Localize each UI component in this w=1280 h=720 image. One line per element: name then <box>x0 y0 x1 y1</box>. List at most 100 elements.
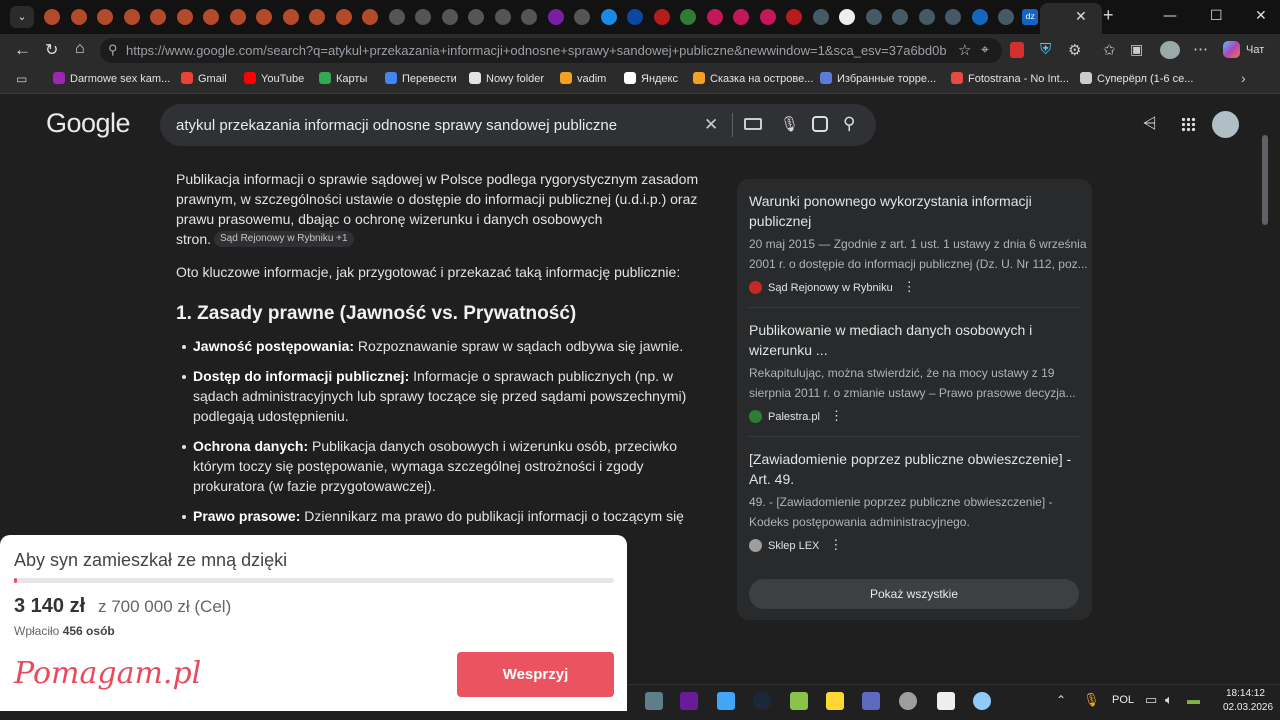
lens-icon[interactable] <box>812 116 828 132</box>
favorite-star-icon[interactable]: ☆ <box>958 41 971 59</box>
collections-icon[interactable]: ▣ <box>1130 41 1143 58</box>
bookmark-label[interactable]: Darmowe sex kam... <box>70 73 170 85</box>
window-close-icon[interactable]: ✕ <box>1255 8 1267 24</box>
pomagam-logo[interactable]: Pomagam.pl <box>14 656 201 691</box>
taskbar-app-icon[interactable] <box>826 692 844 710</box>
page-scrollbar[interactable] <box>1262 135 1268 225</box>
site-info-icon[interactable]: ⚲ <box>108 42 118 58</box>
more-options-icon[interactable]: ⋮ <box>903 279 916 294</box>
taskbar-app-icon[interactable] <box>680 692 698 710</box>
show-all-button[interactable]: Pokaż wszystkie <box>749 579 1079 609</box>
source-site-name[interactable]: Sklep LEX <box>768 540 819 552</box>
bookmark-label[interactable]: Суперёрл (1-6 се... <box>1097 73 1193 85</box>
apps-grid-icon[interactable] <box>1181 117 1196 132</box>
tab-favicon[interactable] <box>733 9 749 25</box>
tab-favicon[interactable] <box>627 9 643 25</box>
favorites-icon[interactable]: ✩ <box>1103 41 1116 59</box>
source-title[interactable]: publicznej <box>749 211 1074 231</box>
tab-favicon[interactable] <box>812 9 829 25</box>
tab-favicon[interactable] <box>123 9 140 25</box>
tab-active[interactable] <box>1040 3 1102 34</box>
steam-icon[interactable] <box>753 692 771 710</box>
tab-favicon[interactable] <box>680 9 696 25</box>
source-site[interactable]: Palestra.pl ⋮ <box>749 408 843 424</box>
bookmark-item[interactable]: YouTube <box>244 72 304 85</box>
tab-favicon[interactable] <box>786 9 802 25</box>
battery-icon[interactable]: ▬ <box>1187 692 1200 707</box>
source-title[interactable]: Warunki ponownego wykorzystania informac… <box>749 191 1074 211</box>
clear-search-icon[interactable]: ✕ <box>704 115 718 135</box>
tab-close-icon[interactable]: ✕ <box>1075 8 1087 25</box>
source-chip[interactable]: Sąd Rejonowy w Rybniku +1 <box>214 231 354 247</box>
teams-icon[interactable] <box>862 692 880 710</box>
taskbar-app-icon[interactable] <box>790 692 808 710</box>
taskbar-app-icon[interactable] <box>645 692 663 710</box>
tab-favicon[interactable] <box>998 9 1014 25</box>
source-site-name[interactable]: Palestra.pl <box>768 411 820 423</box>
minimize-icon[interactable]: — <box>1163 8 1177 24</box>
copilot-icon[interactable] <box>1223 41 1240 58</box>
bookmark-item[interactable]: Сказка на острове... <box>693 72 813 85</box>
tab-favicon[interactable] <box>415 9 431 25</box>
tab-favicon-dz[interactable]: dz <box>1022 9 1038 25</box>
extension-shield-icon[interactable]: ⛨ <box>1040 41 1051 58</box>
tab-favicon[interactable] <box>229 9 246 25</box>
tab-favicon[interactable] <box>892 9 908 25</box>
tab-favicon[interactable] <box>282 9 299 25</box>
source-title[interactable]: wizerunku ... <box>749 340 1074 360</box>
tab-favicon[interactable] <box>150 9 166 25</box>
share-icon[interactable]: ⩤ <box>1143 114 1157 134</box>
language-indicator[interactable]: POL <box>1112 694 1134 706</box>
bookmark-item[interactable]: Избранные торре... <box>820 72 936 85</box>
bookmark-label[interactable]: Fotostrana - No Int... <box>968 73 1069 85</box>
keyboard-icon[interactable] <box>744 118 762 130</box>
bookmark-label[interactable]: YouTube <box>261 73 304 85</box>
tab-favicon[interactable] <box>574 9 590 25</box>
tab-favicon[interactable] <box>521 9 537 25</box>
tab-favicon[interactable] <box>388 9 405 25</box>
google-logo[interactable]: Google <box>46 108 131 139</box>
more-menu-icon[interactable]: ⋯ <box>1193 40 1208 58</box>
taskbar-app-icon[interactable] <box>973 692 991 710</box>
bookmark-item[interactable]: Darmowe sex kam... <box>53 72 170 85</box>
tab-favicon[interactable] <box>945 9 961 25</box>
network-icon[interactable]: ▭ <box>1145 692 1157 708</box>
bookmark-item[interactable]: Суперёрл (1-6 се... <box>1080 72 1193 85</box>
source-title[interactable]: [Zawiadomienie poprzez publiczne obwiesz… <box>749 449 1074 469</box>
source-title[interactable]: Art. 49. <box>749 469 1074 489</box>
clock-date[interactable]: 02.03.2026 <box>1223 702 1273 713</box>
more-options-icon[interactable]: ⋮ <box>830 408 843 423</box>
source-site-name[interactable]: Sąd Rejonowy w Rybniku <box>768 282 893 294</box>
file-icon[interactable] <box>937 692 955 710</box>
bookmark-item[interactable]: vadim <box>560 72 606 85</box>
ad-title[interactable]: Aby syn zamieszkał ze mną dzięki <box>14 550 287 571</box>
tab-favicon[interactable] <box>494 9 511 25</box>
taskbar-app-icon[interactable] <box>717 692 735 710</box>
bookmark-item[interactable]: Nowy folder <box>469 72 544 85</box>
tab-favicon[interactable] <box>203 9 219 25</box>
extensions-icon[interactable]: ⚙ <box>1068 41 1081 59</box>
url-text[interactable]: https://www.google.com/search?q=atykul+p… <box>126 43 946 58</box>
more-options-icon[interactable]: ⋮ <box>829 537 842 552</box>
account-avatar[interactable] <box>1212 111 1239 138</box>
bookmark-item[interactable]: Перевести <box>385 72 457 85</box>
bookmark-label[interactable]: vadim <box>577 73 606 85</box>
bookmark-label[interactable]: Nowy folder <box>486 73 544 85</box>
tab-favicon[interactable] <box>176 9 193 25</box>
tab-favicon[interactable] <box>839 9 855 25</box>
tray-microphone-icon[interactable]: 🎙︎ <box>1083 692 1100 708</box>
search-icon[interactable]: ⚲ <box>843 114 855 134</box>
clock-time[interactable]: 18:14:12 <box>1226 688 1265 699</box>
bookmark-item[interactable]: Fotostrana - No Int... <box>951 72 1069 85</box>
new-tab-icon[interactable]: + <box>1103 5 1114 26</box>
bookmark-label[interactable]: Яндекс <box>641 73 678 85</box>
tab-favicon[interactable] <box>44 9 60 25</box>
support-button[interactable]: Wesprzyj <box>457 652 614 697</box>
bookmark-item[interactable]: Яндекс <box>624 72 678 85</box>
tab-favicon[interactable] <box>865 9 882 25</box>
tab-favicon[interactable] <box>759 9 776 25</box>
source-site[interactable]: Sklep LEX ⋮ <box>749 537 842 553</box>
bookmark-label[interactable]: Избранные торре... <box>837 73 936 85</box>
tab-favicon[interactable] <box>653 9 670 25</box>
tab-favicon[interactable] <box>362 9 378 25</box>
